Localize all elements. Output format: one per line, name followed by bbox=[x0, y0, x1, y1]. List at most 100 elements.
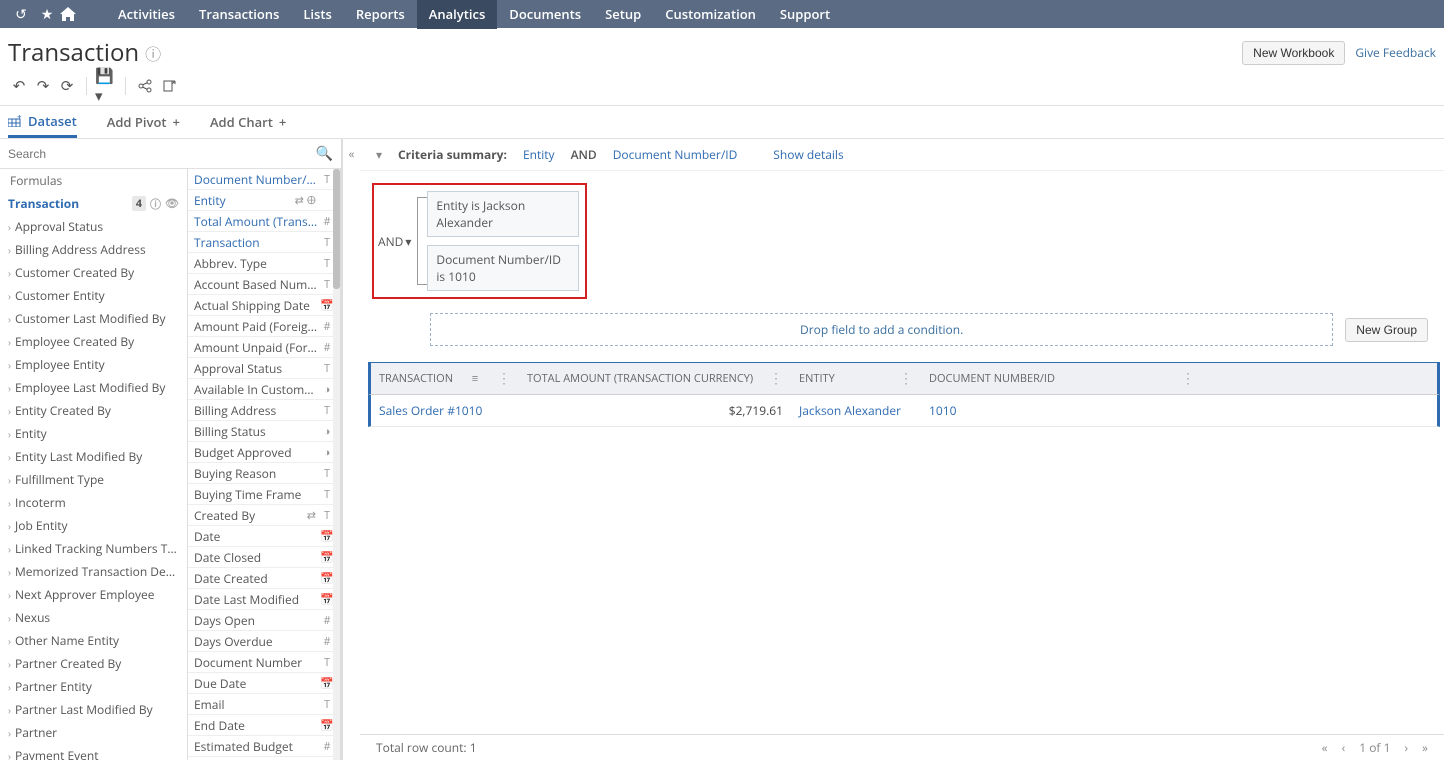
menu-activities[interactable]: Activities bbox=[106, 0, 187, 29]
cell-entity[interactable]: Jackson Alexander bbox=[791, 399, 921, 422]
menu-lists[interactable]: Lists bbox=[291, 0, 344, 29]
tree-item[interactable]: ›Nexus bbox=[0, 606, 187, 629]
tree-item[interactable]: ›Approval Status bbox=[0, 215, 187, 238]
tab-add-pivot[interactable]: Add Pivot + bbox=[107, 106, 180, 138]
field-item[interactable]: TransactionT bbox=[188, 232, 340, 253]
tab-add-chart[interactable]: Add Chart + bbox=[210, 106, 286, 138]
column-menu-icon[interactable]: ⋮ bbox=[497, 369, 511, 388]
tree-item[interactable]: ›Fulfillment Type bbox=[0, 468, 187, 491]
home-icon[interactable] bbox=[60, 7, 86, 21]
tree-item[interactable]: ›Memorized Transaction De... bbox=[0, 560, 187, 583]
field-item[interactable]: Date Created📅 bbox=[188, 568, 340, 589]
field-item[interactable]: Estimated Budget# bbox=[188, 736, 340, 757]
field-item[interactable]: Account Based Num...T bbox=[188, 274, 340, 295]
tree-item[interactable]: ›Job Entity bbox=[0, 514, 187, 537]
tree-transaction[interactable]: Transaction 4 ⓘ 👁 bbox=[0, 192, 187, 215]
field-item[interactable]: Buying ReasonT bbox=[188, 463, 340, 484]
col-transaction[interactable]: TRANSACTION≡⋮ bbox=[371, 363, 519, 394]
page-prev-icon[interactable]: ‹ bbox=[1342, 739, 1346, 756]
tree-item[interactable]: ›Billing Address Address bbox=[0, 238, 187, 261]
tree-item[interactable]: ›Partner Entity bbox=[0, 675, 187, 698]
field-item[interactable]: Created By⇄T bbox=[188, 505, 340, 526]
share-icon[interactable] bbox=[134, 75, 156, 97]
menu-analytics[interactable]: Analytics bbox=[417, 0, 498, 29]
chevron-down-icon[interactable]: ▾ bbox=[376, 146, 382, 163]
star-icon[interactable]: ★ bbox=[34, 5, 60, 24]
search-icon[interactable]: 🔍 bbox=[316, 144, 333, 163]
tree-item[interactable]: ›Employee Last Modified By bbox=[0, 376, 187, 399]
tree-item[interactable]: ›Incoterm bbox=[0, 491, 187, 514]
tree-item[interactable]: ›Employee Entity bbox=[0, 353, 187, 376]
and-operator[interactable]: AND▾ bbox=[378, 233, 417, 250]
tree-formulas[interactable]: Formulas bbox=[0, 169, 187, 192]
column-menu-icon[interactable]: ⋮ bbox=[899, 369, 913, 388]
sort-icon[interactable]: ≡ bbox=[472, 371, 478, 386]
field-item[interactable]: Billing Status◑ bbox=[188, 421, 340, 442]
field-item[interactable]: Approval StatusT bbox=[188, 358, 340, 379]
criteria-chip-docnum[interactable]: Document Number/ID bbox=[613, 146, 738, 163]
redo-icon[interactable]: ↷ bbox=[32, 75, 54, 97]
field-item[interactable]: Date Last Modified📅 bbox=[188, 589, 340, 610]
col-entity[interactable]: ENTITY⋮ bbox=[791, 363, 921, 394]
field-item[interactable]: Buying Time FrameT bbox=[188, 484, 340, 505]
field-item[interactable]: Budget Approved◑ bbox=[188, 442, 340, 463]
tree-item[interactable]: ›Next Approver Employee bbox=[0, 583, 187, 606]
field-item[interactable]: Date📅 bbox=[188, 526, 340, 547]
info-icon[interactable]: ⓘ bbox=[145, 41, 161, 65]
menu-documents[interactable]: Documents bbox=[497, 0, 593, 29]
col-document-number[interactable]: DOCUMENT NUMBER/ID⋮ bbox=[921, 363, 1437, 394]
menu-transactions[interactable]: Transactions bbox=[187, 0, 291, 29]
page-last-icon[interactable]: » bbox=[1422, 739, 1428, 756]
field-item[interactable]: Document NumberT bbox=[188, 652, 340, 673]
column-menu-icon[interactable]: ⋮ bbox=[769, 369, 783, 388]
table-row[interactable]: Sales Order #1010 $2,719.61 Jackson Alex… bbox=[368, 395, 1440, 427]
field-item[interactable]: Total Amount (Trans...# bbox=[188, 211, 340, 232]
menu-support[interactable]: Support bbox=[768, 0, 842, 29]
field-item[interactable]: Amount Unpaid (For...# bbox=[188, 337, 340, 358]
tab-dataset[interactable]: + Dataset bbox=[8, 106, 77, 138]
new-workbook-button[interactable]: New Workbook bbox=[1242, 41, 1345, 65]
field-item[interactable]: Billing AddressT bbox=[188, 400, 340, 421]
condition-dropzone[interactable]: Drop field to add a condition. bbox=[430, 313, 1333, 346]
field-item[interactable]: Due Date📅 bbox=[188, 673, 340, 694]
column-menu-icon[interactable]: ⋮ bbox=[1181, 369, 1195, 388]
tree-item[interactable]: ›Entity Last Modified By bbox=[0, 445, 187, 468]
show-details-link[interactable]: Show details bbox=[773, 146, 843, 163]
field-item[interactable]: End Date📅 bbox=[188, 715, 340, 736]
condition-entity[interactable]: Entity is Jackson Alexander bbox=[427, 191, 579, 237]
eye-icon[interactable]: 👁 bbox=[165, 196, 179, 211]
col-total-amount[interactable]: TOTAL AMOUNT (TRANSACTION CURRENCY)⋮ bbox=[519, 363, 791, 394]
tree-item[interactable]: ›Other Name Entity bbox=[0, 629, 187, 652]
cell-transaction[interactable]: Sales Order #1010 bbox=[371, 399, 519, 422]
tree-item[interactable]: ›Payment Event bbox=[0, 744, 187, 760]
collapse-panel-icon[interactable]: « bbox=[342, 139, 360, 760]
tree-item[interactable]: ›Partner Created By bbox=[0, 652, 187, 675]
field-item[interactable]: Document Number/IDT bbox=[188, 169, 340, 190]
search-input[interactable] bbox=[8, 147, 316, 161]
tree-item[interactable]: ›Employee Created By bbox=[0, 330, 187, 353]
cell-doc[interactable]: 1010 bbox=[921, 399, 1437, 422]
save-icon[interactable]: 💾▾ bbox=[95, 75, 117, 97]
field-item[interactable]: EmailT bbox=[188, 694, 340, 715]
tree-item[interactable]: ›Partner bbox=[0, 721, 187, 744]
page-next-icon[interactable]: › bbox=[1404, 739, 1408, 756]
tree-item[interactable]: ›Partner Last Modified By bbox=[0, 698, 187, 721]
menu-reports[interactable]: Reports bbox=[344, 0, 417, 29]
new-group-button[interactable]: New Group bbox=[1345, 318, 1428, 342]
tree-item[interactable]: ›Entity bbox=[0, 422, 187, 445]
field-item[interactable]: Days Overdue# bbox=[188, 631, 340, 652]
field-item[interactable]: Date Closed📅 bbox=[188, 547, 340, 568]
field-item[interactable]: Amount Paid (Foreig...# bbox=[188, 316, 340, 337]
menu-customization[interactable]: Customization bbox=[653, 0, 768, 29]
page-first-icon[interactable]: « bbox=[1322, 739, 1328, 756]
history-icon[interactable]: ↺ bbox=[8, 5, 34, 24]
tree-item[interactable]: ›Entity Created By bbox=[0, 399, 187, 422]
field-item[interactable]: Available In Custome...◑ bbox=[188, 379, 340, 400]
menu-setup[interactable]: Setup bbox=[593, 0, 653, 29]
scrollbar-thumb[interactable] bbox=[333, 169, 340, 289]
info-icon[interactable]: ⓘ bbox=[150, 196, 161, 212]
field-item[interactable]: Actual Shipping Date📅 bbox=[188, 295, 340, 316]
undo-icon[interactable]: ↶ bbox=[8, 75, 30, 97]
give-feedback-link[interactable]: Give Feedback bbox=[1355, 44, 1436, 61]
field-item[interactable]: Abbrev. TypeT bbox=[188, 253, 340, 274]
